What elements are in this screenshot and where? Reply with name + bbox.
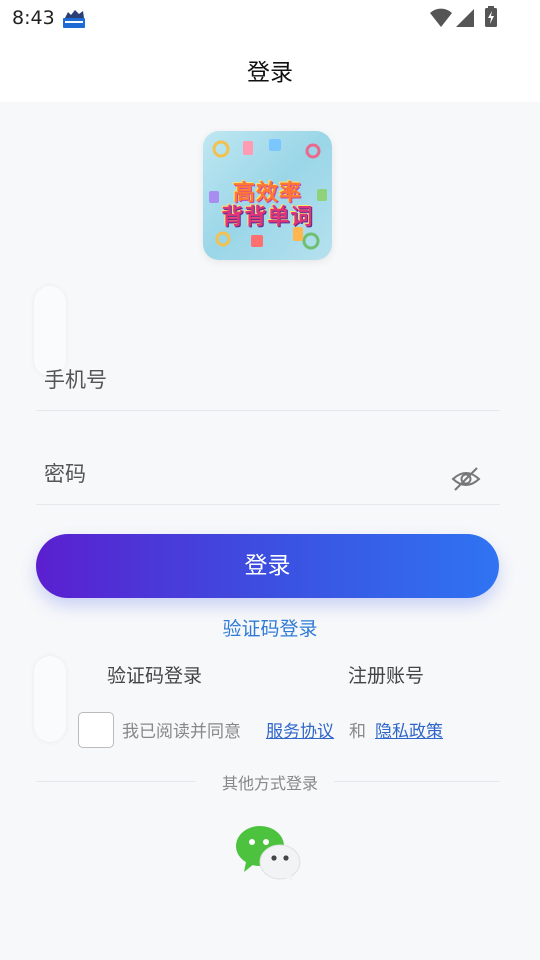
phone-input[interactable]: 手机号	[44, 364, 107, 394]
service-agreement-link[interactable]: 服务协议	[266, 717, 334, 742]
app-logo: 高效率 背背单词	[203, 131, 332, 260]
decorative-pill	[34, 286, 66, 376]
logo-text-line2: 背背单词	[221, 205, 314, 230]
privacy-policy-link[interactable]: 隐私政策	[375, 717, 443, 742]
decorative-pill	[34, 656, 66, 742]
app-notification-icon	[63, 10, 85, 28]
agreement-prefix: 我已阅读并同意	[122, 722, 241, 742]
agreement-checkbox[interactable]	[78, 712, 114, 748]
eye-off-icon[interactable]	[450, 464, 482, 494]
agreement-and: 和	[349, 722, 366, 742]
sms-login-option[interactable]: 验证码登录	[107, 661, 202, 688]
password-input[interactable]: 密码	[44, 458, 86, 488]
battery-charging-icon	[485, 6, 497, 27]
page-title: 登录	[247, 60, 293, 86]
password-divider	[36, 504, 500, 505]
status-bar: 8:43	[0, 0, 540, 38]
signal-icon	[456, 9, 474, 27]
wechat-icon[interactable]	[234, 824, 302, 884]
register-link[interactable]: 注册账号	[348, 661, 424, 688]
other-login-divider-right	[334, 781, 500, 782]
title-bar: 登录	[0, 38, 540, 102]
wifi-icon	[430, 8, 452, 27]
status-time: 8:43	[12, 7, 55, 29]
sms-login-link[interactable]: 验证码登录	[0, 614, 540, 641]
phone-divider	[36, 410, 500, 411]
login-button[interactable]: 登录	[36, 534, 499, 598]
other-login-title: 其他方式登录	[221, 774, 318, 793]
